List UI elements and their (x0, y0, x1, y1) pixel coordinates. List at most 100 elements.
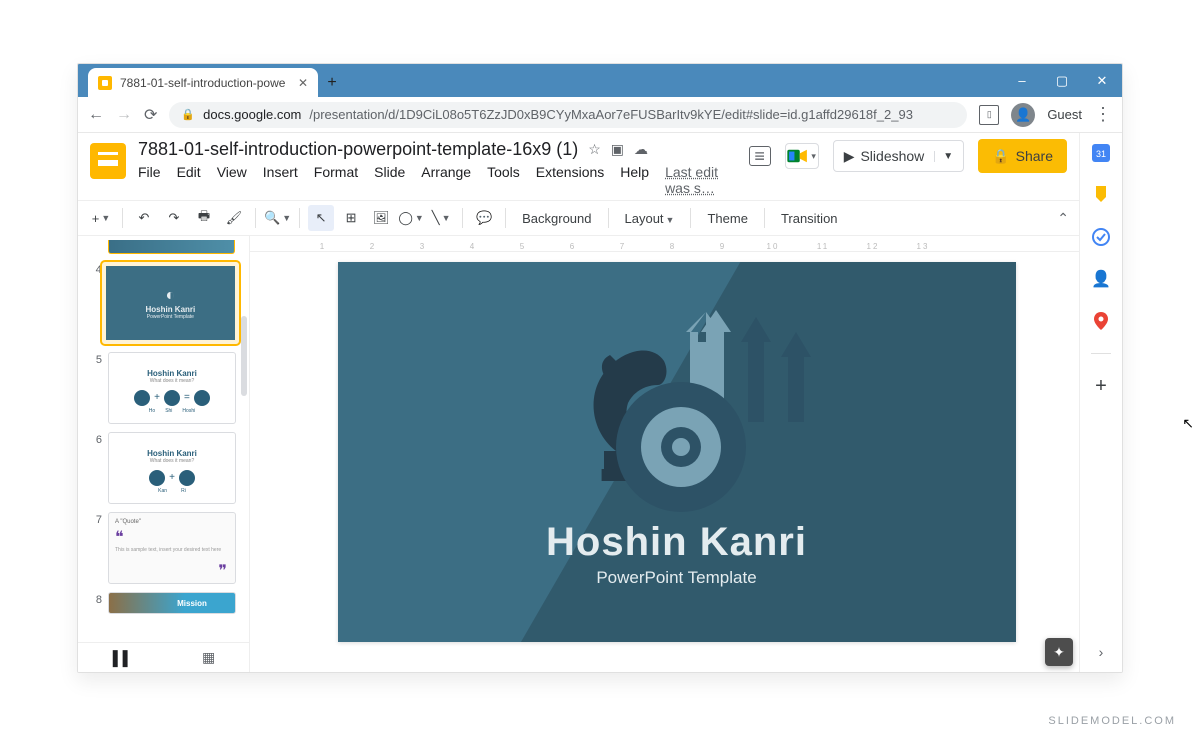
image-icon[interactable]: 🖼 (368, 205, 394, 231)
reload-icon[interactable]: ⟳ (144, 105, 157, 125)
window-minimize-icon[interactable]: – (1002, 64, 1042, 97)
keep-icon[interactable] (1091, 185, 1111, 205)
explore-button[interactable]: ✦ (1045, 638, 1073, 666)
theme-button[interactable]: Theme (699, 211, 755, 226)
target-icon (616, 382, 746, 512)
collapse-toolbar-icon[interactable]: ⌃ (1057, 210, 1069, 227)
tab-title: 7881-01-self-introduction-powe (120, 76, 290, 90)
zoom-icon[interactable]: 🔍▼ (264, 205, 291, 231)
line-icon[interactable]: ╲▼ (428, 205, 454, 231)
grid-view-icon[interactable]: ▦ (202, 649, 215, 666)
thumb-number: 5 (88, 352, 102, 424)
meet-button[interactable]: ▾ (785, 143, 819, 169)
tasks-icon[interactable] (1091, 227, 1111, 247)
star-icon[interactable]: ☆ (588, 141, 601, 158)
watermark: SLIDEMODEL.COM (1048, 715, 1176, 727)
url-path: /presentation/d/1D9CiL08o5T6ZzJD0xB9CYyM… (309, 107, 913, 122)
slide-thumbnail-7[interactable]: A "Quote" ❝ This is sample text, insert … (108, 512, 236, 584)
layout-button[interactable]: Layout▼ (617, 211, 683, 226)
lock-icon: 🔒 (992, 148, 1009, 165)
lock-icon: 🔒 (181, 108, 195, 121)
thumb-number: 4 (88, 262, 102, 344)
cloud-status-icon[interactable]: ☁ (634, 141, 648, 158)
menu-arrange[interactable]: Arrange (421, 164, 471, 196)
move-icon[interactable]: ▣ (611, 141, 624, 158)
maps-icon[interactable] (1091, 311, 1111, 331)
addons-plus-icon[interactable]: + (1091, 376, 1111, 396)
slide-thumbnail-4[interactable]: ◐ Hoshin Kanri PowerPoint Template (102, 262, 239, 344)
cursor-icon: ↖ (1182, 415, 1194, 432)
paint-format-icon[interactable]: 🖌 (221, 205, 247, 231)
hide-panel-icon[interactable]: › (1091, 642, 1111, 662)
share-button[interactable]: 🔒 Share (978, 139, 1067, 173)
window-maximize-icon[interactable]: ▢ (1042, 64, 1082, 97)
horizontal-ruler: 12345678910111213 (250, 236, 1079, 252)
slide-panel[interactable]: 4 ◐ Hoshin Kanri PowerPoint Template 5 (78, 236, 250, 672)
slide-canvas[interactable]: Hoshin Kanri PowerPoint Template (338, 262, 1016, 642)
slide-thumbnail-5[interactable]: Hoshin Kanri What does it mean? += HoShi… (108, 352, 236, 424)
scrollbar[interactable] (241, 316, 247, 396)
thumb-number: 8 (88, 592, 102, 614)
redo-icon[interactable]: ↷ (161, 205, 187, 231)
thumb-prev-partial[interactable] (108, 240, 235, 254)
background-button[interactable]: Background (514, 211, 599, 226)
address-bar: ← → ⟳ 🔒 docs.google.com/presentation/d/1… (78, 97, 1122, 133)
back-icon[interactable]: ← (88, 106, 104, 124)
thumb-number: 7 (88, 512, 102, 584)
canvas[interactable]: 12345678910111213 (250, 236, 1079, 672)
doc-title[interactable]: 7881-01-self-introduction-powerpoint-tem… (138, 139, 578, 160)
workspace: 4 ◐ Hoshin Kanri PowerPoint Template 5 (78, 236, 1079, 672)
select-icon[interactable]: ↖ (308, 205, 334, 231)
slide-title: Hoshin Kanri (338, 520, 1016, 565)
browser-window: 7881-01-self-introduction-powe ✕ + – ▢ ✕… (77, 63, 1123, 673)
slide-thumbnail-6[interactable]: Hoshin Kanri What does it mean? + KanRi (108, 432, 236, 504)
menu-edit[interactable]: Edit (177, 164, 201, 196)
thumb-number: 6 (88, 432, 102, 504)
shape-icon[interactable]: ◯▼ (398, 205, 424, 231)
slides-logo-icon[interactable] (90, 143, 126, 179)
menu-format[interactable]: Format (314, 164, 358, 196)
share-label: Share (1016, 148, 1053, 164)
window-close-icon[interactable]: ✕ (1082, 64, 1122, 97)
print-icon[interactable]: 🖶 (191, 205, 217, 231)
contacts-icon[interactable]: 👤 (1091, 269, 1111, 289)
browser-tab[interactable]: 7881-01-self-introduction-powe ✕ (88, 68, 318, 97)
tab-group-icon[interactable]: ▯ (979, 105, 999, 125)
url-domain: docs.google.com (203, 107, 301, 122)
menu-file[interactable]: File (138, 164, 161, 196)
profile-avatar[interactable]: 👤 (1011, 103, 1035, 127)
calendar-icon[interactable]: 31 (1091, 143, 1111, 163)
app-header: 7881-01-self-introduction-powerpoint-tem… (78, 133, 1079, 200)
comment-icon[interactable]: 💬 (471, 205, 497, 231)
slideshow-caret-icon[interactable]: ▼ (934, 151, 953, 162)
new-tab-button[interactable]: + (318, 69, 346, 97)
undo-icon[interactable]: ↶ (131, 205, 157, 231)
browser-menu-icon[interactable]: ⋮ (1094, 104, 1112, 125)
url-input[interactable]: 🔒 docs.google.com/presentation/d/1D9CiL0… (169, 102, 967, 128)
slide-subtitle: PowerPoint Template (338, 568, 1016, 588)
transition-button[interactable]: Transition (773, 211, 846, 226)
forward-icon[interactable]: → (116, 106, 132, 124)
toolbar: +▼ ↶ ↷ 🖶 🖌 🔍▼ ↖ ⊞ 🖼 ◯▼ ╲▼ 💬 Background (78, 200, 1079, 236)
slideshow-button[interactable]: ▶ Slideshow ▼ (833, 140, 965, 172)
menu-help[interactable]: Help (620, 164, 649, 196)
guest-label: Guest (1047, 107, 1082, 122)
slide-thumbnail-8[interactable]: Mission (108, 592, 236, 614)
side-panel: 31 👤 + › (1080, 133, 1122, 672)
menu-tools[interactable]: Tools (487, 164, 520, 196)
comments-icon[interactable]: ≡ (749, 146, 771, 166)
last-edit-status[interactable]: Last edit was s… (665, 164, 737, 196)
menu-slide[interactable]: Slide (374, 164, 405, 196)
menu-extensions[interactable]: Extensions (536, 164, 604, 196)
menu-view[interactable]: View (217, 164, 247, 196)
close-tab-icon[interactable]: ✕ (298, 76, 308, 90)
window-titlebar: 7881-01-self-introduction-powe ✕ + – ▢ ✕ (78, 64, 1122, 97)
filmstrip-footer: ▌▌ ▦ (78, 642, 250, 672)
window-controls: – ▢ ✕ (1002, 64, 1122, 97)
menu-insert[interactable]: Insert (263, 164, 298, 196)
new-slide-button[interactable]: +▼ (88, 205, 114, 231)
filmstrip-view-icon[interactable]: ▌▌ (113, 650, 133, 666)
present-icon: ▶ (844, 148, 855, 165)
slides-favicon (98, 76, 112, 90)
textbox-icon[interactable]: ⊞ (338, 205, 364, 231)
